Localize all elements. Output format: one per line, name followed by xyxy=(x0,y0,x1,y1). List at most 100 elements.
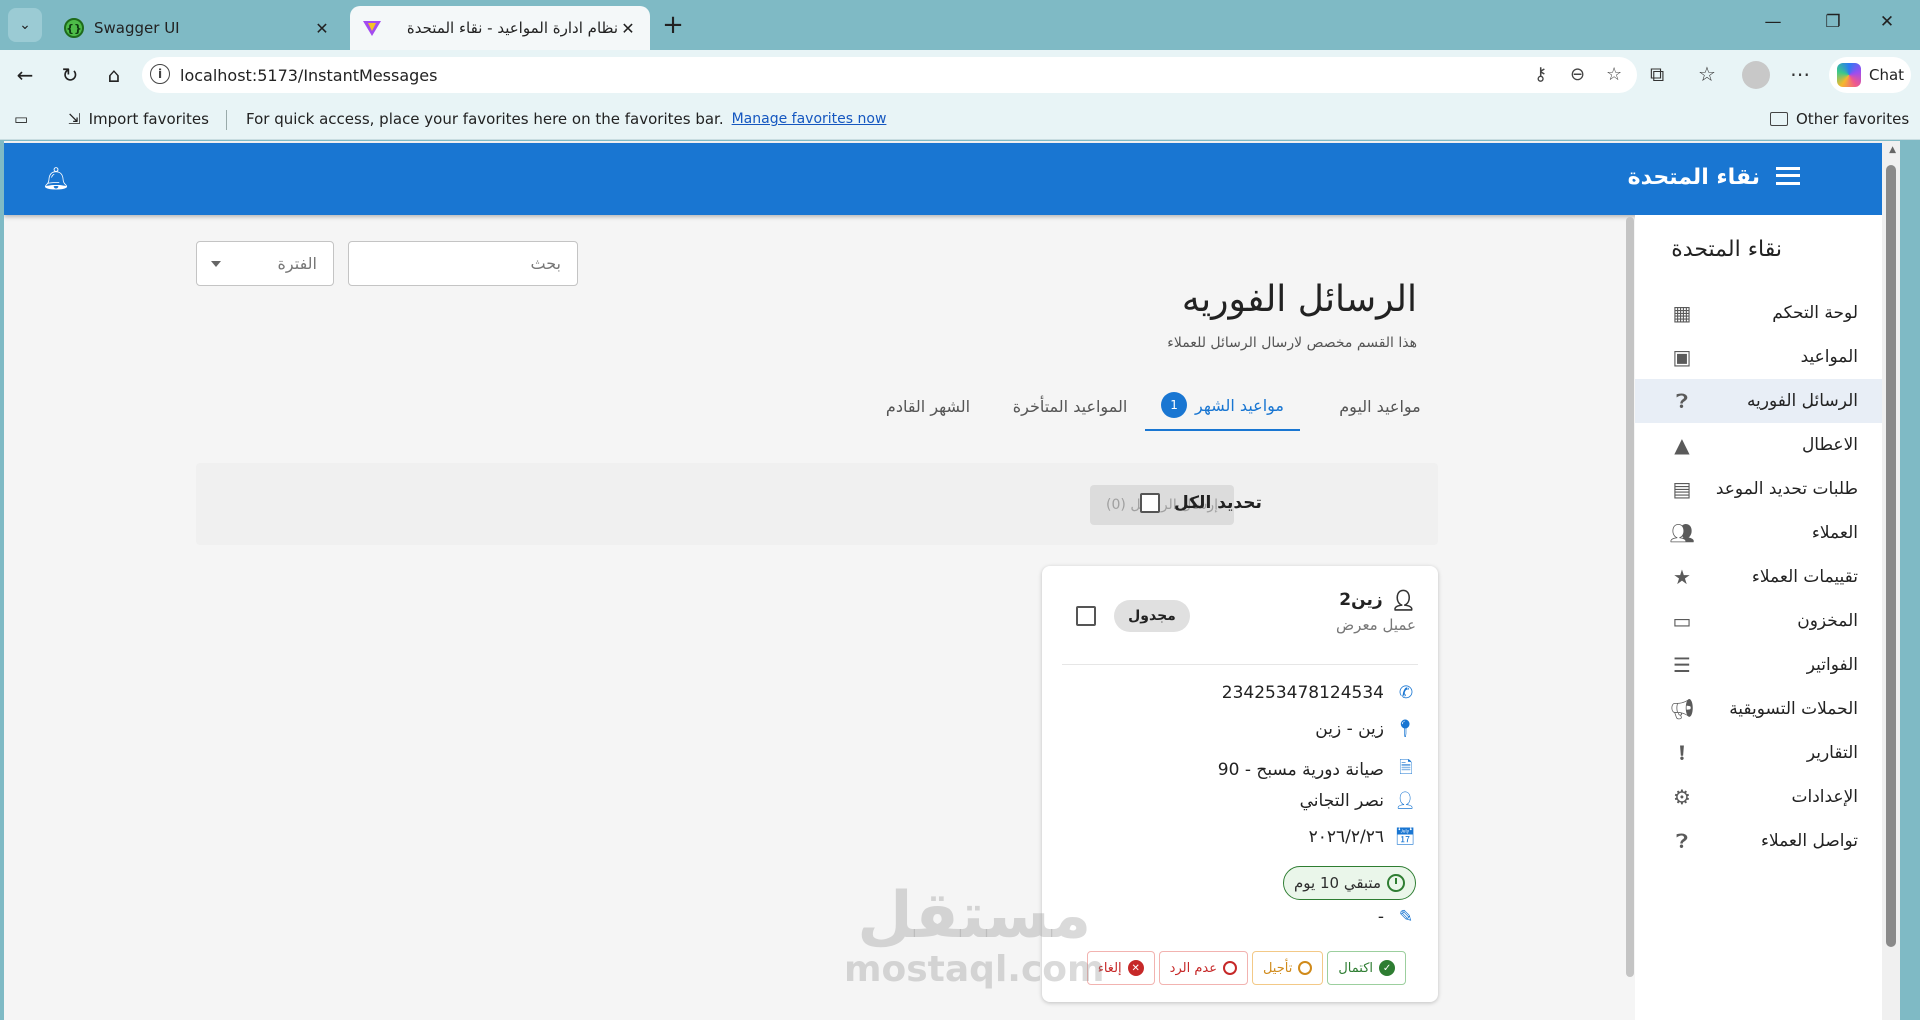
select-all-control[interactable]: تحديد الكل xyxy=(1140,493,1262,513)
key-icon[interactable]: ⚷ xyxy=(1534,64,1547,85)
complete-button[interactable]: ✓ اكتمال xyxy=(1327,951,1406,985)
sidebar-item-appointments[interactable]: المواعيد ▣ xyxy=(1635,335,1882,379)
no-reply-button[interactable]: عدم الرد xyxy=(1158,951,1248,985)
site-info-icon[interactable]: i xyxy=(150,64,170,84)
gear-icon: ⚙︎ xyxy=(1673,785,1691,809)
sidebar-item-inventory[interactable]: المخزون ▭ xyxy=(1635,599,1882,643)
favorites-icon[interactable]: ☆ xyxy=(1698,62,1716,86)
manage-favorites-link[interactable]: Manage favorites now xyxy=(732,111,887,127)
zoom-out-icon[interactable]: ⊖ xyxy=(1570,64,1585,85)
sidebar-item-label: تواصل العملاء xyxy=(1760,831,1858,851)
tab-next-month[interactable]: الشهر القادم xyxy=(868,381,988,431)
watermark: مستقل mostaql.com xyxy=(844,881,1105,989)
sidebar-item-label: العملاء xyxy=(1811,523,1858,543)
scrollbar-thumb[interactable] xyxy=(1886,165,1896,947)
sidebar-item-invoices[interactable]: الفواتير ☰ xyxy=(1635,643,1882,687)
menu-icon[interactable] xyxy=(1776,165,1800,187)
maximize-button[interactable]: ❐ xyxy=(1818,12,1848,32)
sidebar-item-dashboard[interactable]: لوحة التحكم ▦ xyxy=(1635,291,1882,335)
close-window-button[interactable]: ✕ xyxy=(1872,12,1902,32)
close-icon[interactable]: ✕ xyxy=(312,19,332,38)
sidebar-item-booking-requests[interactable]: طلبات تحديد الموعد ▤ xyxy=(1635,467,1882,511)
extensions-icon[interactable]: ⧉ xyxy=(1650,62,1664,86)
phone-icon: ✆ xyxy=(1398,683,1414,703)
star-icon[interactable]: ☆ xyxy=(1606,64,1622,85)
date-row: 📅︎ ٢٠٢٦/٢/٢٦ xyxy=(1309,827,1416,847)
card-actions: ✓ اكتمال تأجيل عدم الرد ✕ إلغاء xyxy=(1086,951,1406,985)
sidebar-item-instant-messages[interactable]: الرسائل الفوريه ❓︎ xyxy=(1635,379,1882,423)
search-input[interactable]: بحث xyxy=(348,241,578,286)
browser-tab-swagger[interactable]: {} Swagger UI ✕ xyxy=(52,6,344,50)
sidebar-item-reports[interactable]: التقارير ❗︎ xyxy=(1635,731,1882,775)
import-favorites-label: Import favorites xyxy=(88,110,209,128)
sidebar-item-label: الحملات التسويقية xyxy=(1729,699,1858,719)
note-row: ✎ - xyxy=(1378,907,1416,927)
sidebar-item-label: تقييمات العملاء xyxy=(1751,567,1858,587)
select-all-checkbox[interactable] xyxy=(1140,493,1160,513)
cancel-circle-icon: ✕ xyxy=(1127,960,1144,976)
note-text: - xyxy=(1377,907,1384,927)
period-select[interactable]: الفترة xyxy=(196,241,334,286)
sidebar-item-label: المواعيد xyxy=(1800,347,1858,367)
remaining-days-chip: متبقي 10 يوم xyxy=(1282,866,1416,900)
document-icon: 🗎 xyxy=(1399,758,1413,778)
more-menu-icon[interactable]: ⋯ xyxy=(1790,62,1810,86)
sidebar: نقاء المتحدة لوحة التحكم ▦ المواعيد ▣ ال… xyxy=(1635,215,1882,1020)
megaphone-icon: 📢︎ xyxy=(1669,697,1695,721)
chat-label: Chat xyxy=(1869,66,1905,84)
technician-name: نصر التجاني xyxy=(1299,791,1384,811)
bell-icon[interactable]: 🔔︎ xyxy=(42,167,70,192)
tab-actions-menu-button[interactable]: ⌄ xyxy=(8,8,42,42)
appointment-date: ٢٠٢٦/٢/٢٦ xyxy=(1308,827,1384,847)
arrow-left-icon: ← xyxy=(16,63,34,87)
tab-today[interactable]: مواعيد اليوم xyxy=(1322,381,1438,431)
postpone-label: تأجيل xyxy=(1262,960,1293,976)
service-row: 🗎 صيانة دورية مسبح - 90 xyxy=(1218,755,1416,784)
people-icon: 👥︎ xyxy=(1669,521,1695,545)
dropdown-arrow-icon xyxy=(211,261,221,267)
import-favorites-button[interactable]: ⇲ Import favorites xyxy=(68,110,209,128)
tab-title: Swagger UI xyxy=(94,19,180,37)
customer-name-row: 👤︎ زين2 xyxy=(1339,588,1416,612)
sidebar-item-label: الإعدادات xyxy=(1791,787,1858,807)
watermark-arabic: مستقل xyxy=(857,879,1092,953)
back-button[interactable]: ← xyxy=(12,62,38,88)
page-title: الرسائل الفوريه xyxy=(1181,279,1417,320)
technician-row: 👤︎ نصر التجاني xyxy=(1300,791,1416,811)
home-button[interactable]: ⌂ xyxy=(101,62,127,88)
minimize-button[interactable]: — xyxy=(1758,12,1788,32)
reload-button[interactable]: ↻ xyxy=(57,62,83,88)
postpone-button[interactable]: تأجيل xyxy=(1251,951,1324,985)
person-icon: 👤︎ xyxy=(1390,588,1416,612)
home-icon: ⌂ xyxy=(107,63,121,87)
copilot-chat-button[interactable]: Chat xyxy=(1829,57,1911,93)
new-tab-button[interactable]: + xyxy=(658,10,688,40)
sidebar-item-customers[interactable]: العملاء 👥︎ xyxy=(1635,511,1882,555)
help-circle-icon: ❓︎ xyxy=(1675,389,1689,413)
browser-tab-app[interactable]: نظام ادارة المواعيد - نقاء المتحدة ✕ xyxy=(350,6,650,50)
card-checkbox[interactable] xyxy=(1076,606,1096,626)
sidebar-item-settings[interactable]: الإعدادات ⚙︎ xyxy=(1635,775,1882,819)
scroll-up-icon[interactable]: ▲ xyxy=(1889,145,1896,155)
close-icon[interactable]: ✕ xyxy=(618,19,638,38)
favorites-bar: ▭ ⇲ Import favorites For quick access, p… xyxy=(0,100,1920,140)
url-field[interactable]: localhost:5173/InstantMessages xyxy=(142,57,1637,93)
profile-avatar[interactable] xyxy=(1742,61,1770,89)
sidebar-item-faults[interactable]: الاعطال ▲ xyxy=(1635,423,1882,467)
customer-name: زين2 xyxy=(1339,590,1383,610)
tab-overdue[interactable]: المواعيد المتأخرة xyxy=(1000,381,1140,431)
import-icon: ⇲ xyxy=(68,110,81,128)
sidebar-brand: نقاء المتحدة xyxy=(1671,237,1782,262)
sidebar-item-reviews[interactable]: تقييمات العملاء ★ xyxy=(1635,555,1882,599)
customer-type: عميل معرض xyxy=(1336,616,1416,634)
sidebar-item-campaigns[interactable]: الحملات التسويقية 📢︎ xyxy=(1635,687,1882,731)
page-scrollbar[interactable]: ▲ xyxy=(1882,141,1900,1020)
sidebar-item-label: طلبات تحديد الموعد xyxy=(1715,479,1858,499)
tab-month[interactable]: مواعيد الشهر 1 xyxy=(1145,381,1300,431)
content-scrollbar[interactable] xyxy=(1626,217,1634,977)
divider xyxy=(1062,664,1418,665)
reading-list-icon[interactable]: ▭ xyxy=(14,110,28,128)
sidebar-item-customer-contact[interactable]: تواصل العملاء ❓︎ xyxy=(1635,819,1882,863)
archive-icon: ▭ xyxy=(1672,609,1692,633)
other-favorites-button[interactable]: Other favorites xyxy=(1770,110,1909,128)
